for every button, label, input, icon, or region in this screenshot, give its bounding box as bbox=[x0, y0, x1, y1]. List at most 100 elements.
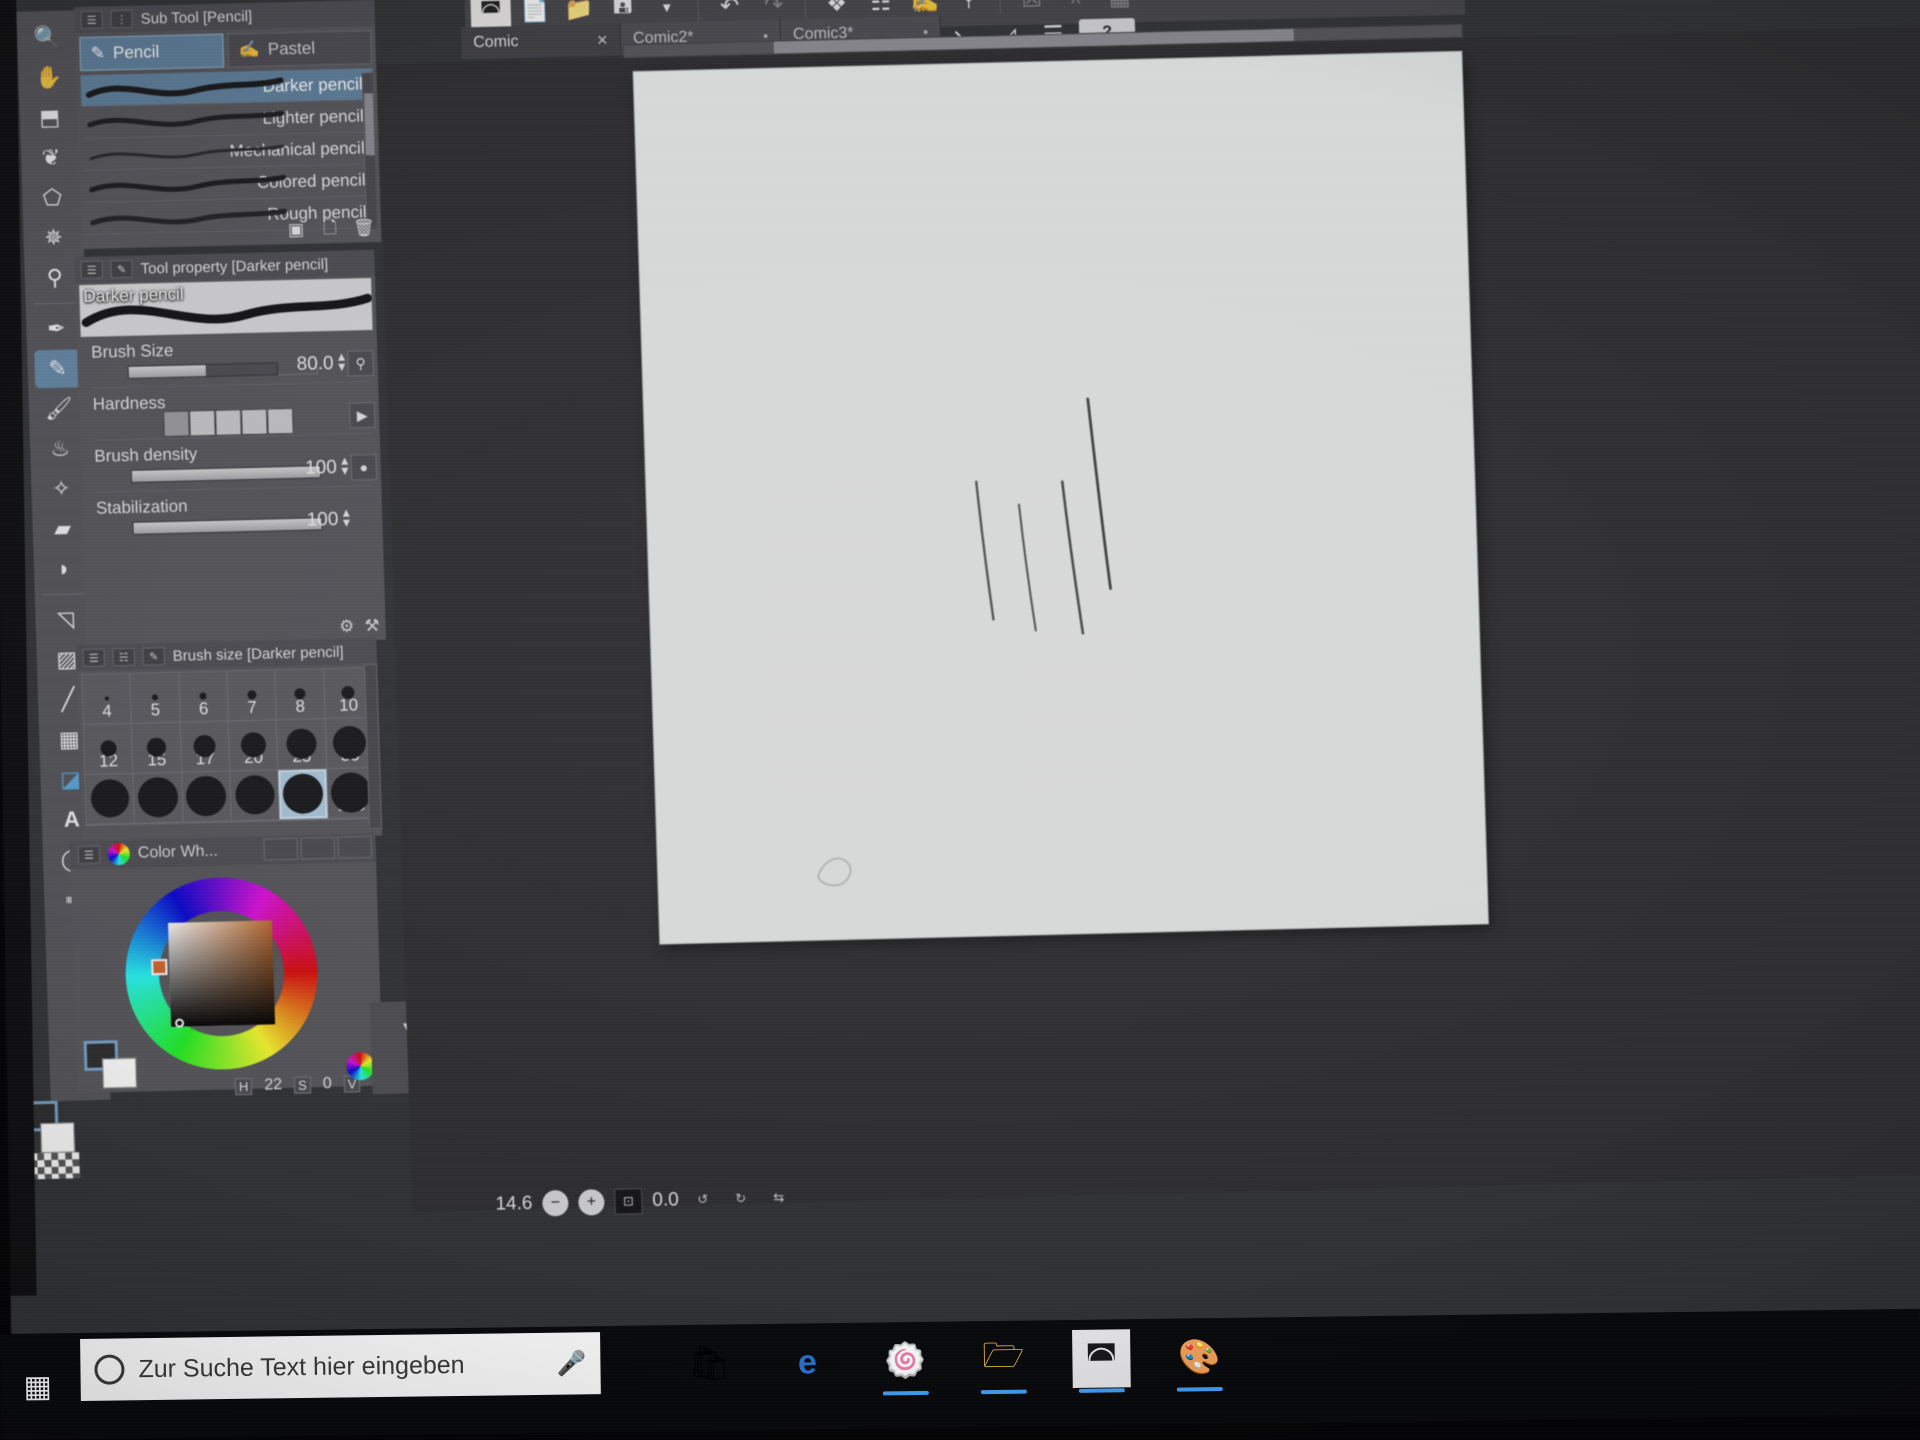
brush-size-cell-25[interactable]: 25 bbox=[277, 719, 327, 771]
hardness-segments[interactable] bbox=[163, 407, 294, 438]
tool-property-footer: ⚙ ⚒ bbox=[339, 616, 380, 637]
sub-tool-footer: ▣ 🗋 🗑 bbox=[283, 216, 378, 242]
hardness-segment-1[interactable] bbox=[163, 410, 190, 438]
color-slider-tab-icon[interactable] bbox=[300, 836, 336, 860]
brush-size-cell-8[interactable]: 8 bbox=[275, 669, 326, 721]
hardness-segment-2[interactable] bbox=[188, 409, 216, 437]
monitor-photo: ...ion. You can use all features for ano… bbox=[0, 0, 1920, 1440]
delete-sub-tool-icon[interactable]: 🗑 bbox=[351, 216, 378, 241]
hue-value[interactable]: 22 bbox=[264, 1076, 282, 1094]
taskbar-app-icons: 🛍 e 🍥 🗁 ◚ 🎨 bbox=[680, 1328, 1229, 1396]
fit-to-screen-icon[interactable]: ⊡ bbox=[613, 1188, 643, 1215]
brush-size-cell-80[interactable]: 80 bbox=[278, 769, 329, 821]
brush-size-cell-15[interactable]: 15 bbox=[132, 722, 182, 774]
color-wheel-background-chip[interactable] bbox=[102, 1057, 137, 1089]
hardness-segment-5[interactable] bbox=[266, 407, 294, 435]
brush-size-cell-7[interactable]: 7 bbox=[227, 670, 278, 722]
brush-size-settings-icon[interactable]: ⚲ bbox=[347, 349, 375, 377]
microphone-icon[interactable]: 🎤 bbox=[556, 1349, 586, 1378]
pencil-tool-icon[interactable]: ✎ bbox=[34, 349, 82, 389]
firefox-icon[interactable]: 🍥 bbox=[876, 1332, 935, 1396]
fill-tool-icon[interactable]: ◹ bbox=[42, 600, 89, 639]
color-set-tab-icon[interactable] bbox=[263, 837, 299, 861]
sub-tool-tab-pencil[interactable]: ✎ Pencil bbox=[79, 33, 225, 72]
canvas-paper[interactable] bbox=[633, 51, 1488, 944]
sub-tool-detail-icon[interactable]: ⚙ bbox=[339, 616, 355, 636]
brush-tool-icon[interactable]: 🖌 bbox=[35, 389, 82, 428]
flip-canvas-icon[interactable]: ⇆ bbox=[764, 1184, 793, 1211]
hand-tool-icon[interactable]: ✋ bbox=[25, 58, 72, 97]
brush-density-stepper[interactable]: ▲ ▼ bbox=[338, 454, 351, 478]
brush-size-dot-60 bbox=[185, 775, 227, 817]
brush-density-icon[interactable]: ● bbox=[350, 453, 378, 481]
brush-size-cell-40[interactable]: 40 bbox=[85, 773, 136, 825]
clip-studio-paint-icon[interactable]: ◚ bbox=[1072, 1329, 1131, 1393]
file-explorer-icon[interactable]: 🗁 bbox=[974, 1330, 1033, 1395]
brush-size-cell-17[interactable]: 17 bbox=[180, 721, 231, 773]
tab-comic[interactable]: Comic ✕ bbox=[460, 23, 622, 60]
panel-menu-icon-4[interactable]: ☰ bbox=[77, 845, 101, 865]
property-row-stabilization: Stabilization 100 ▲ ▼ bbox=[96, 492, 375, 545]
tool-settings-icon[interactable]: ⚒ bbox=[364, 616, 380, 636]
hardness-arrow-icon[interactable]: ▶ bbox=[348, 401, 376, 429]
color-history-tab-icon[interactable] bbox=[337, 835, 373, 859]
pastel-icon: ✍ bbox=[238, 39, 261, 60]
stabilization-stepper[interactable]: ▲ ▼ bbox=[340, 506, 353, 530]
brush-density-slider[interactable] bbox=[130, 465, 322, 483]
sub-tool-tab-pastel[interactable]: ✍ Pastel bbox=[227, 30, 373, 68]
zoom-in-icon[interactable]: + bbox=[578, 1189, 605, 1216]
brush-size-cell-12[interactable]: 12 bbox=[83, 723, 134, 776]
clip-studio-icon[interactable]: 🎨 bbox=[1170, 1328, 1229, 1392]
brush-size-cell-20[interactable]: 20 bbox=[228, 720, 279, 772]
create-sub-tool-icon[interactable]: 🗋 bbox=[317, 217, 344, 242]
windows-start-icon[interactable]: ▦ bbox=[20, 1369, 54, 1403]
decoration-tool-icon[interactable]: ✧ bbox=[38, 469, 85, 508]
canvas-artwork bbox=[817, 397, 1112, 887]
eyedropper-tool-icon[interactable]: ⚲ bbox=[31, 258, 78, 297]
brush-size-dot-5 bbox=[151, 693, 159, 700]
hardness-segment-3[interactable] bbox=[214, 409, 242, 436]
brush-size-cell-50[interactable]: 50 bbox=[133, 772, 184, 824]
panel-menu-icon-2[interactable]: ☰ bbox=[80, 260, 103, 280]
brush-size-slider[interactable] bbox=[127, 362, 278, 379]
brush-size-cell-4[interactable]: 4 bbox=[82, 673, 133, 726]
canvas-viewport[interactable] bbox=[377, 23, 1920, 1212]
hardness-segment-4[interactable] bbox=[240, 408, 268, 436]
zoom-tool-icon[interactable]: 🔍 bbox=[24, 18, 71, 57]
brush-size-stepper[interactable]: ▲ ▼ bbox=[335, 350, 348, 374]
pen-tool-icon[interactable]: ✒ bbox=[33, 309, 80, 348]
zoom-out-icon[interactable]: − bbox=[542, 1189, 569, 1217]
brush-size-cell-6[interactable]: 6 bbox=[178, 671, 229, 723]
selection-tool-icon[interactable]: ⬠ bbox=[29, 178, 76, 217]
rotate-right-icon[interactable]: ↻ bbox=[726, 1185, 755, 1212]
cortana-circle-icon bbox=[94, 1354, 125, 1385]
pencil-small-icon-2: ✎ bbox=[142, 647, 166, 666]
sub-tool-list: Darker pencil Lighter pencil Mechanical … bbox=[80, 68, 378, 236]
microsoft-store-icon[interactable]: 🛍 bbox=[680, 1334, 739, 1393]
color-wheel-panel: ☰ Color Wh... H 22 S 0 V bbox=[69, 833, 384, 1095]
brush-size-cell-70[interactable]: 70 bbox=[230, 770, 281, 822]
background-color-chip[interactable] bbox=[40, 1122, 76, 1154]
move-layer-tool-icon[interactable]: ❦ bbox=[27, 138, 74, 177]
close-icon[interactable]: ✕ bbox=[596, 31, 608, 48]
rotate-tool-icon[interactable]: ⬒ bbox=[26, 98, 73, 137]
brush-size-cell-5[interactable]: 5 bbox=[130, 672, 181, 724]
panel-menu-icon[interactable]: ☰ bbox=[80, 10, 103, 30]
airbrush-tool-icon[interactable]: ♨ bbox=[37, 429, 84, 468]
hue-marker[interactable] bbox=[151, 958, 168, 976]
stabilization-slider[interactable] bbox=[132, 517, 323, 535]
eraser-tool-icon[interactable]: ▰ bbox=[39, 509, 86, 548]
panel-options-icon[interactable]: ⋮ bbox=[110, 9, 133, 29]
rotate-left-icon[interactable]: ↺ bbox=[688, 1186, 717, 1213]
blend-tool-icon[interactable]: ◗ bbox=[40, 549, 87, 588]
saturation-value-square[interactable] bbox=[167, 920, 276, 1027]
taskbar-search-box[interactable]: Zur Suche Text hier eingeben 🎤 bbox=[80, 1332, 601, 1401]
auto-select-tool-icon[interactable]: ✵ bbox=[30, 218, 77, 257]
panel-menu-icon-3[interactable]: ☰ bbox=[82, 648, 106, 668]
panel-list-icon[interactable]: ☵ bbox=[112, 647, 136, 667]
running-indicator-clipstudio bbox=[1176, 1386, 1223, 1392]
microsoft-edge-icon[interactable]: e bbox=[778, 1333, 837, 1392]
saturation-value[interactable]: 0 bbox=[323, 1075, 332, 1093]
brush-size-cell-60[interactable]: 60 bbox=[181, 771, 232, 823]
duplicate-sub-tool-icon[interactable]: ▣ bbox=[283, 218, 310, 243]
